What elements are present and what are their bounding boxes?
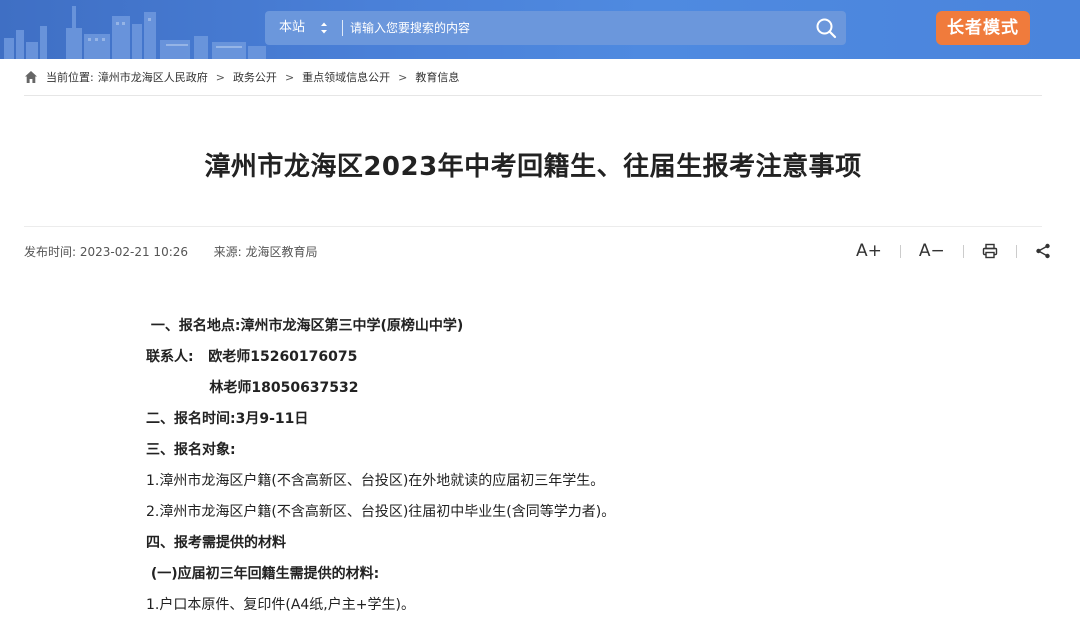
breadcrumb: 当前位置: 漳州市龙海区人民政府 > 政务公开 > 重点领域信息公开 > 教育信… (24, 68, 459, 86)
section-heading: 四、报考需提供的材料 (146, 535, 286, 551)
publish-time: 2023-02-21 10:26 (79, 245, 189, 259)
source-value: 龙海区教育局 (245, 245, 318, 259)
breadcrumb-divider (24, 95, 1042, 96)
toolbar-divider (899, 244, 901, 258)
title-divider (24, 226, 1042, 227)
city-skyline-graphic (4, 6, 266, 59)
top-banner: 本站 请输入您要搜索的内容 长者模式 (0, 0, 1080, 59)
search-scope-select[interactable]: 本站 (279, 11, 339, 45)
search-input[interactable]: 请输入您要搜索的内容 (350, 11, 780, 45)
breadcrumb-link[interactable]: 教育信息 (415, 69, 459, 85)
search-icon[interactable] (814, 16, 838, 40)
breadcrumb-separator: > (215, 70, 225, 84)
toolbar-divider (962, 244, 964, 258)
section-heading: 三、报名对象: (146, 442, 236, 458)
body-paragraph: 1.漳州市龙海区户籍(不含高新区、台投区)在外地就读的应届初三年学生。 (146, 473, 605, 489)
search-scope-label: 本站 (279, 20, 306, 35)
article-toolbar: A+ A− (856, 239, 1051, 263)
breadcrumb-prefix: 当前位置: (46, 71, 94, 84)
article-meta: 发布时间: 2023-02-21 10:26 来源: 龙海区教育局 (24, 243, 318, 260)
subsection-heading: (一)应届初三年回籍生需提供的材料: (146, 566, 380, 582)
toolbar-divider (1015, 244, 1017, 258)
font-larger-button[interactable]: A+ (856, 241, 882, 261)
body-paragraph: 2.漳州市龙海区户籍(不含高新区、台投区)往届初中毕业生(含同等学力者)。 (146, 504, 616, 520)
search-divider (342, 20, 343, 36)
breadcrumb-link[interactable]: 漳州市龙海区人民政府 (98, 69, 208, 85)
select-arrows-icon (321, 22, 327, 34)
article-title: 漳州市龙海区2023年中考回籍生、往届生报考注意事项 (204, 152, 862, 182)
section-heading: 二、报名时间:3月9-11日 (146, 411, 309, 427)
section-heading: 一、报名地点:漳州市龙海区第三中学(原榜山中学) (146, 318, 464, 334)
breadcrumb-separator: > (398, 70, 408, 84)
body-paragraph: 1.户口本原件、复印件(A4纸,户主+学生)。 (146, 597, 415, 613)
font-smaller-button[interactable]: A− (919, 241, 945, 261)
contact-line: 林老师18050637532 (146, 380, 359, 396)
breadcrumb-link[interactable]: 政务公开 (233, 69, 277, 85)
breadcrumb-link[interactable]: 重点领域信息公开 (302, 69, 390, 85)
breadcrumb-separator: > (284, 70, 295, 84)
print-icon[interactable] (982, 243, 998, 259)
article-body: 一、报名地点:漳州市龙海区第三中学(原榜山中学) 联系人: 欧老师1526017… (146, 314, 946, 624)
search-bar: 本站 请输入您要搜索的内容 (265, 11, 846, 45)
home-icon (25, 71, 37, 83)
contact-line: 联系人: 欧老师15260176075 (146, 349, 358, 365)
share-icon[interactable] (1035, 243, 1051, 259)
elder-mode-button[interactable]: 长者模式 (936, 11, 1030, 45)
publish-label: 发布时间: (24, 245, 77, 259)
source-label: 来源: (213, 245, 242, 259)
